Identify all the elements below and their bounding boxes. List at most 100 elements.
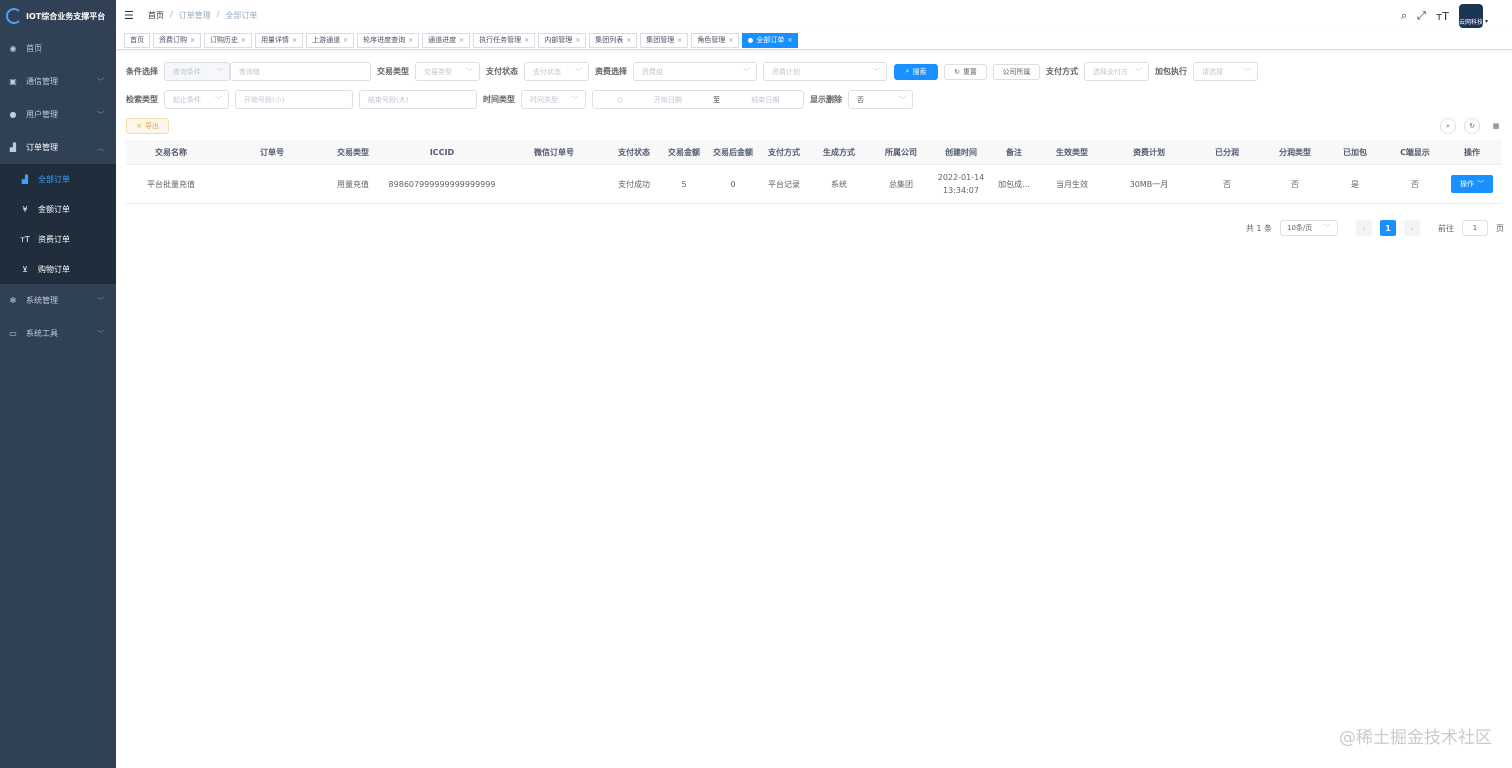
yen-icon: ¥ (22, 204, 28, 214)
tag-item[interactable]: 集团管理 × (640, 32, 689, 48)
tag-label: 资费订购 (159, 36, 187, 44)
fullscreen-icon[interactable]: ⤢ (1417, 9, 1426, 23)
search-type-label: 检索类型 (126, 95, 158, 104)
sidebar-subitem-tariff-orders[interactable]: ᴛT 资费订单 (0, 224, 116, 254)
page-suffix: 页 (1496, 223, 1504, 233)
close-icon[interactable]: × (626, 37, 631, 44)
sidebar-subitem-all-orders[interactable]: ▟ 全部订单 (0, 164, 116, 194)
date-range-picker[interactable]: ◷ 开始日期 至 结束日期 (592, 90, 804, 109)
cell-gen-method: 系统 (831, 179, 847, 189)
close-icon[interactable]: × (343, 37, 348, 44)
tag-item[interactable]: 轮序进度查询 × (357, 32, 420, 48)
tariff-group-select[interactable]: 资费组 ﹀ (633, 62, 757, 81)
addon-select[interactable]: 请选择 ﹀ (1193, 62, 1258, 81)
font-size-icon[interactable]: ᴛT (1436, 10, 1449, 23)
refresh-icon[interactable]: ↻ (1464, 118, 1480, 134)
search-icon[interactable]: ⌕ (1401, 9, 1407, 23)
close-icon[interactable]: × (677, 37, 682, 44)
sidebar-item-home[interactable]: ◉ 首页 (0, 32, 116, 65)
pay-status-select[interactable]: 支付状态 ﹀ (524, 62, 589, 81)
export-button[interactable]: × 导出 (126, 118, 169, 134)
reset-button[interactable]: ↻ 重置 (944, 63, 987, 80)
search-toggle-icon[interactable]: ⌕ (1440, 118, 1456, 134)
button-label: 公司所属 (1002, 67, 1031, 76)
tariff-plan-select[interactable]: 资费计划 ﹀ (763, 62, 887, 81)
sidebar-item-comm[interactable]: ▣ 通信管理 ﹀ (0, 65, 116, 98)
chevron-down-icon: ﹀ (575, 67, 582, 76)
tag-active[interactable]: 全部订单 × (742, 32, 799, 48)
pay-method-select[interactable]: 选择支付方 ﹀ (1084, 62, 1149, 81)
tag-item[interactable]: 内部管理 × (538, 32, 587, 48)
close-icon[interactable]: × (728, 37, 733, 44)
query-value-input[interactable]: 查询值 (230, 62, 371, 81)
search-button[interactable]: ⌕ 搜索 (894, 63, 938, 80)
next-page-button[interactable]: › (1404, 220, 1420, 236)
prev-page-button[interactable]: ‹ (1356, 220, 1372, 236)
tag-label: 全部订单 (756, 36, 785, 44)
tag-label: 集团列表 (595, 36, 624, 44)
orders-table: 交易名称 订单号 交易类型 ICCID 微信订单号 支付状态 交易金额 交易后金… (126, 140, 1502, 204)
cell-c-show: 否 (1411, 179, 1419, 189)
close-icon[interactable]: × (524, 37, 529, 44)
search-icon: ⌕ (905, 67, 910, 75)
sidebar-subitem-shopping-orders[interactable]: ⊻ 购物订单 (0, 254, 116, 284)
sidebar-item-orders[interactable]: ▟ 订单管理 ︿ (0, 131, 116, 164)
tag-home[interactable]: 首页 (124, 32, 150, 48)
close-icon[interactable]: × (787, 37, 792, 44)
sidebar-item-label: 全部订单 (38, 174, 70, 184)
tag-item[interactable]: 执行任务管理 × (473, 32, 536, 48)
tag-item[interactable]: 上游通道 × (306, 32, 355, 48)
tag-item[interactable]: 角色管理 × (691, 32, 740, 48)
tag-item[interactable]: 订购历史 × (204, 32, 253, 48)
trade-type-select[interactable]: 交易类型 ﹀ (415, 62, 480, 81)
placeholder: 资费组 (642, 67, 663, 76)
goto-page-input[interactable]: 1 (1462, 220, 1488, 236)
breadcrumb-item[interactable]: 首页 (148, 10, 164, 21)
col-header: 微信订单号 (534, 147, 574, 157)
time-type-select[interactable]: 时间类型 ﹀ (521, 90, 586, 109)
total-count: 共 1 条 (1245, 223, 1272, 233)
close-icon[interactable]: × (190, 37, 195, 44)
page-size-select[interactable]: 10条/页 ﹀ (1280, 220, 1338, 236)
tariff-label: 资费选择 (595, 67, 627, 76)
company-button[interactable]: 公司所属 (993, 63, 1040, 80)
sidebar-item-system[interactable]: ✻ 系统管理 ﹀ (0, 284, 116, 317)
close-icon[interactable]: × (241, 37, 246, 44)
tag-item[interactable]: 资费订购 × (153, 32, 202, 48)
tag-item[interactable]: 用量详情 × (255, 32, 304, 48)
avatar[interactable]: 云网科技 (1458, 4, 1483, 28)
close-icon[interactable]: × (292, 37, 297, 44)
col-header: 操作 (1464, 147, 1480, 157)
hamburger-icon[interactable]: ☰ (124, 9, 136, 22)
close-icon[interactable]: × (575, 37, 580, 44)
cell-trade-type: 用量充值 (337, 179, 369, 189)
cell-pay-method: 平台记录 (768, 179, 800, 189)
sidebar-item-users[interactable]: ● 用户管理 ﹀ (0, 98, 116, 131)
tag-label: 轮序进度查询 (363, 36, 406, 44)
chevron-down-icon: ﹀ (743, 67, 750, 76)
caret-down-icon[interactable]: ▾ (1485, 18, 1488, 25)
navbar: ☰ 首页 / 订单管理 / 全部订单 ⌕ ⤢ ᴛT 云网科技 ▾ (116, 0, 1512, 31)
close-icon[interactable]: × (408, 37, 413, 44)
tag-item[interactable]: 集团列表 × (589, 32, 638, 48)
grid-icon[interactable]: ▦ (1488, 118, 1504, 134)
placeholder: 交易类型 (424, 67, 452, 76)
cell-profit-type: 否 (1291, 179, 1299, 189)
pagination: 共 1 条 10条/页 ﹀ ‹ 1 › 前往 1 页 (1246, 220, 1504, 236)
show-deleted-select[interactable]: 否 ﹀ (848, 90, 913, 109)
operation-dropdown-button[interactable]: 操作 ﹀ (1451, 175, 1493, 193)
tag-item[interactable]: 通道进度 × (422, 32, 471, 48)
close-icon[interactable]: × (459, 37, 464, 44)
end-number-input[interactable]: 结束号段(大) (359, 90, 477, 109)
show-deleted-label: 显示删除 (810, 95, 842, 104)
page-number-current[interactable]: 1 (1380, 220, 1396, 236)
main-content: 条件选择 查询条件 ﹀ 查询值 交易类型 交易类型 ﹀ 支付状态 支付状态 ﹀ 资费选… (116, 51, 1512, 768)
sidebar-subitem-amount-orders[interactable]: ¥ 金额订单 (0, 194, 116, 224)
condition-select[interactable]: 查询条件 ﹀ (164, 62, 230, 81)
logo: IOT综合业务支撑平台 (0, 0, 116, 32)
start-number-input[interactable]: 开始号段(小) (235, 90, 353, 109)
search-type-select[interactable]: 起止条件 ﹀ (164, 90, 229, 109)
dashboard-icon: ◉ (9, 44, 17, 53)
sidebar-item-tools[interactable]: ▭ 系统工具 ﹀ (0, 317, 116, 350)
bar-chart-icon: ▟ (21, 174, 29, 184)
